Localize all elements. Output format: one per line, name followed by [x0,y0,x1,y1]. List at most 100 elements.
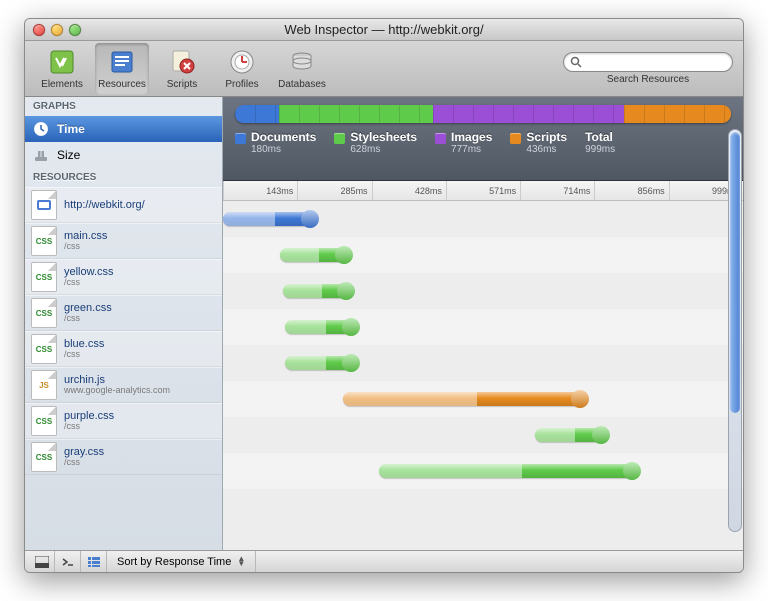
graphs-header: GRAPHS [25,97,222,116]
resource-path: /css [64,242,107,252]
legend-value: 999ms [585,144,615,155]
timeline-bar[interactable] [535,428,608,442]
resource-path: /css [64,422,114,432]
bar-cap [301,210,319,228]
legend-name: Scripts [526,131,567,144]
tab-profiles[interactable]: Profiles [215,43,269,95]
console-button[interactable] [55,551,81,573]
summary-segment [279,105,433,123]
tab-scripts[interactable]: Scripts [155,43,209,95]
sort-label: Sort by Response Time [117,556,231,568]
resources-header: RESOURCES [25,168,222,187]
js-file-icon: JS [31,370,57,400]
titlebar: Web Inspector — http://webkit.org/ [25,19,743,41]
css-file-icon: CSS [31,334,57,364]
legend-name: Total [585,131,615,144]
timeline-row [223,345,743,381]
resource-row[interactable]: CSSgreen.css/css [25,295,222,331]
legend-swatch [334,133,345,144]
ruler-tick: 571ms [446,181,520,200]
resources-icon [107,47,137,77]
legend-item: Scripts436ms [510,131,567,155]
resource-row[interactable]: JSurchin.jswww.google-analytics.com [25,367,222,403]
resource-path: /css [64,278,114,288]
resource-row[interactable]: CSSpurple.css/css [25,403,222,439]
inspector-window: Web Inspector — http://webkit.org/ Eleme… [24,18,744,573]
toolbar: Elements Resources Scripts Profiles Data… [25,41,743,97]
bar-cap [623,462,641,480]
resource-path: /css [64,314,112,324]
chevron-updown-icon: ▲▼ [237,557,245,567]
scripts-icon [167,47,197,77]
legend-total: Total999ms [585,131,615,155]
resource-path: www.google-analytics.com [64,386,170,396]
bar-cap [342,318,360,336]
timeline-row [223,273,743,309]
search-input[interactable] [586,56,726,68]
timeline-bar[interactable] [285,320,358,334]
timeline-bar[interactable] [223,212,317,226]
bar-cap [592,426,610,444]
legend-name: Stylesheets [350,131,417,144]
zoom-icon[interactable] [69,24,81,36]
timeline-row [223,201,743,237]
tab-resources[interactable]: Resources [95,43,149,95]
profiles-icon [227,47,257,77]
timeline-bar[interactable] [285,356,358,370]
timeline-row [223,309,743,345]
sidebar: GRAPHS Time Size RESOURCES http://webkit… [25,97,223,550]
ruler-tick: 714ms [520,181,594,200]
tab-elements[interactable]: Elements [35,43,89,95]
clock-icon [33,121,49,137]
content-pane: Documents180msStylesheets628msImages777m… [223,97,743,550]
minimize-icon[interactable] [51,24,63,36]
weight-icon [33,147,49,163]
summary-graph: Documents180msStylesheets628msImages777m… [223,97,743,181]
resource-path: /css [64,350,104,360]
timeline-row [223,453,743,489]
summary-bar [235,105,731,123]
statusbar: Sort by Response Time ▲▼ [25,550,743,572]
bar-cap [342,354,360,372]
timeline-bar[interactable] [343,392,588,406]
scrollbar[interactable] [728,129,742,532]
sidebar-item-time[interactable]: Time [25,116,222,142]
legend-swatch [510,133,521,144]
dock-button[interactable] [29,551,55,573]
search-field[interactable] [563,52,733,72]
sidebar-item-label: Time [57,122,85,136]
sidebar-item-size[interactable]: Size [25,142,222,168]
bar-cap [335,246,353,264]
legend-name: Images [451,131,492,144]
timeline-bar[interactable] [379,464,639,478]
ruler-tick: 428ms [372,181,446,200]
large-rows-button[interactable] [81,551,107,573]
css-file-icon: CSS [31,406,57,436]
legend-item: Documents180ms [235,131,316,155]
timeline-bar[interactable] [283,284,353,298]
timeline-bar[interactable] [280,248,350,262]
summary-legend: Documents180msStylesheets628msImages777m… [235,131,731,155]
resource-row[interactable]: CSSblue.css/css [25,331,222,367]
summary-segment [624,105,731,123]
resource-row[interactable]: CSSgray.css/css [25,439,222,475]
scrollbar-thumb[interactable] [730,132,740,413]
resource-row[interactable]: http://webkit.org/ [25,187,222,223]
css-file-icon: CSS [31,442,57,472]
timeline-row [223,381,743,417]
css-file-icon: CSS [31,298,57,328]
resource-row[interactable]: CSSyellow.css/css [25,259,222,295]
ruler-tick: 143ms [223,181,297,200]
close-icon[interactable] [33,24,45,36]
ruler-tick: 856ms [594,181,668,200]
search-icon [570,56,582,68]
resource-row[interactable]: CSSmain.css/css [25,223,222,259]
elements-icon [47,47,77,77]
time-ruler: 143ms285ms428ms571ms714ms856ms999ms [223,181,743,201]
css-file-icon: CSS [31,262,57,292]
tab-databases[interactable]: Databases [275,43,329,95]
legend-swatch [235,133,246,144]
sort-select[interactable]: Sort by Response Time ▲▼ [107,551,256,573]
bar-cap [337,282,355,300]
timeline-row [223,417,743,453]
